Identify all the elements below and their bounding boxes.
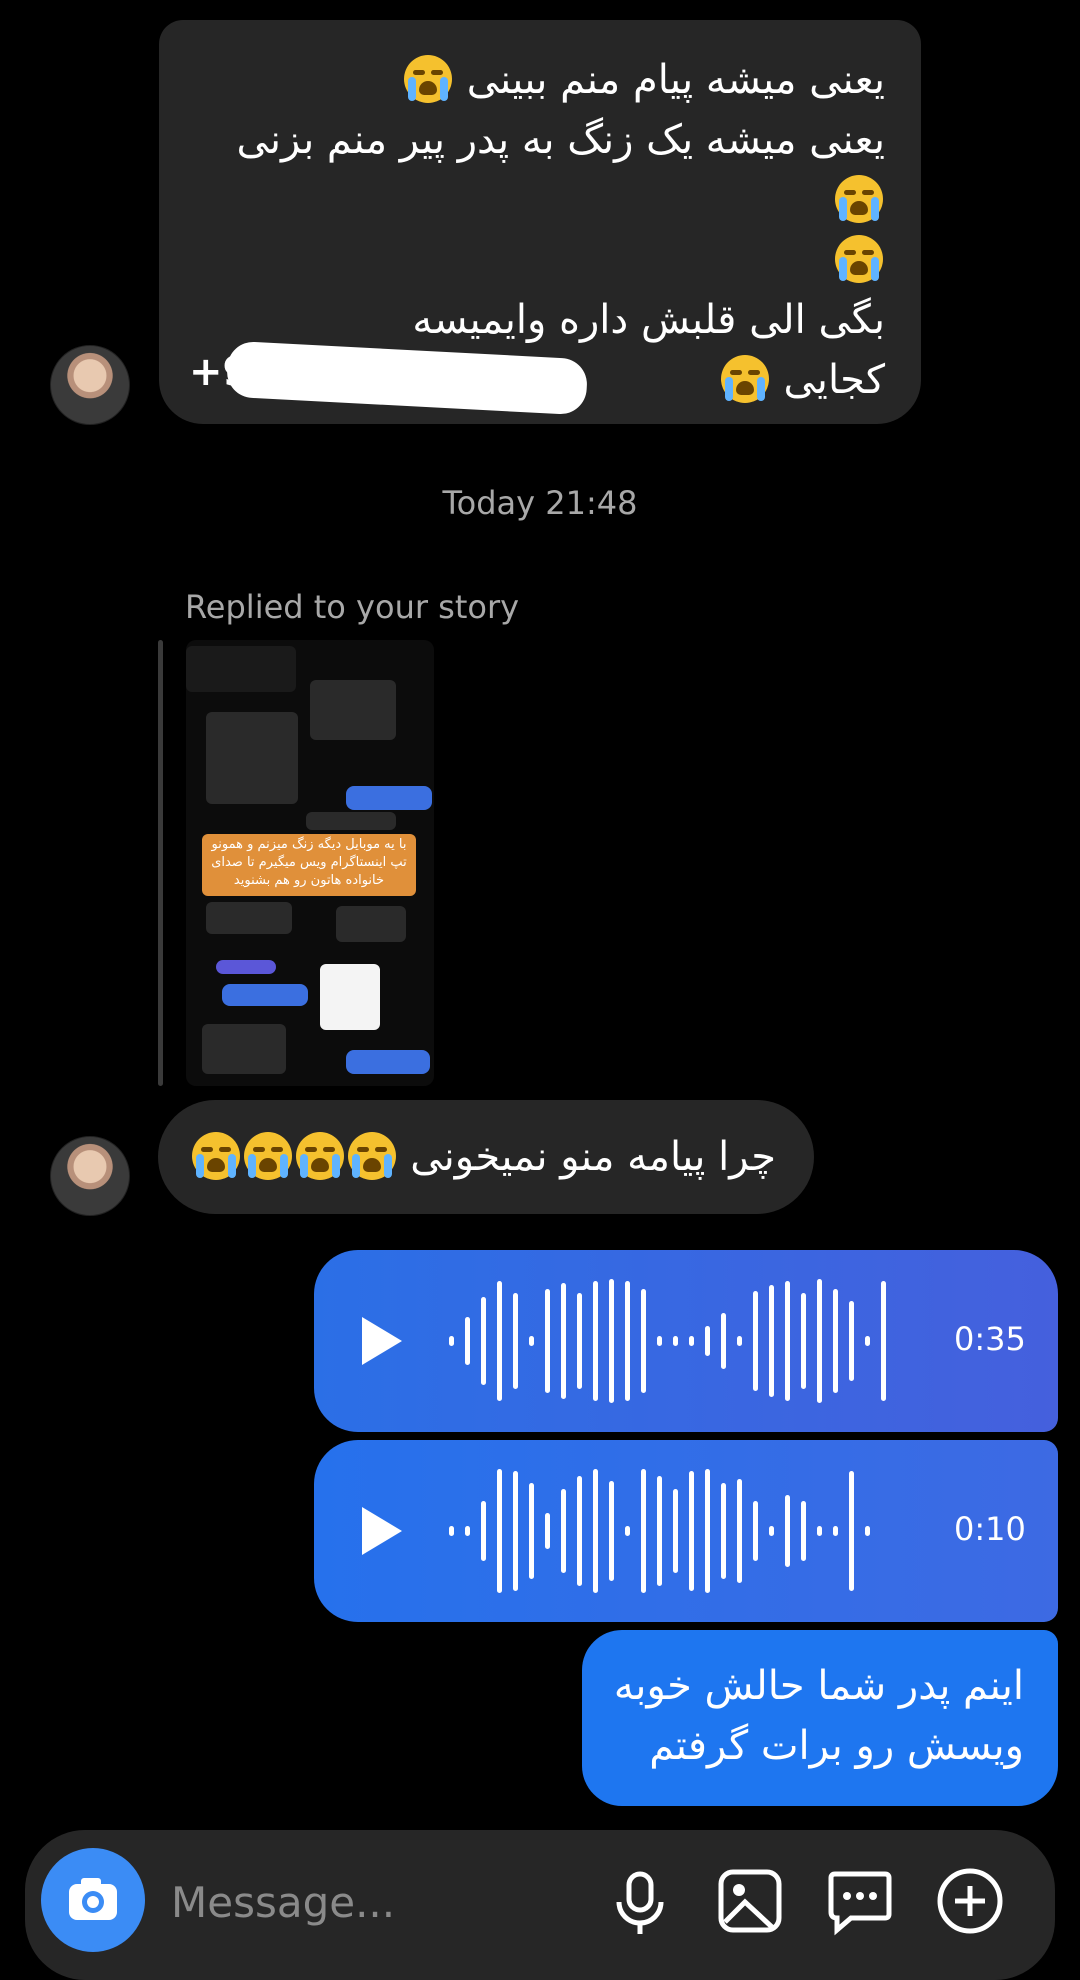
camera-button[interactable] — [41, 1848, 145, 1952]
gallery-button[interactable] — [715, 1866, 785, 1936]
play-icon[interactable] — [362, 1317, 402, 1365]
sender-avatar[interactable] — [50, 345, 130, 425]
incoming-message-bubble[interactable]: چرا پیامه منو نمیخونی — [158, 1100, 814, 1214]
waveform[interactable] — [449, 1276, 886, 1406]
incoming-message-bubble[interactable]: یعنی میشه پیام منم ببینی یعنی میشه یک زن… — [159, 20, 921, 424]
voice-message[interactable]: 0:10 — [314, 1440, 1058, 1622]
loudly-crying-emoji — [347, 1132, 396, 1180]
replied-to-story-label: Replied to your story — [185, 588, 520, 626]
voice-message[interactable]: 0:35 — [314, 1250, 1058, 1432]
microphone-icon — [616, 1871, 664, 1934]
camera-icon — [69, 1878, 117, 1920]
microphone-button[interactable] — [605, 1866, 675, 1936]
message-composer: Message... — [25, 1830, 1055, 1980]
message-line: یعنی میشه پیام منم ببینی — [185, 50, 885, 110]
loudly-crying-emoji — [404, 55, 452, 103]
message-line — [185, 230, 885, 290]
reply-quote-bar — [158, 640, 163, 1086]
timestamp: Today 21:48 — [442, 484, 638, 522]
loudly-crying-emoji — [295, 1132, 344, 1180]
message-text: چرا پیامه منو نمیخونی — [410, 1134, 776, 1180]
chat-bubble-icon — [828, 1871, 892, 1936]
voice-duration: 0:35 — [954, 1320, 1026, 1358]
message-line: ویسش رو برات گرفتم — [649, 1723, 1024, 1769]
image-icon — [718, 1869, 782, 1933]
voice-duration: 0:10 — [954, 1510, 1026, 1548]
loudly-crying-emoji — [191, 1132, 240, 1180]
outgoing-message-bubble[interactable]: اینم پدر شما حالش خوبه ویسش رو برات گرفت… — [582, 1630, 1058, 1806]
loudly-crying-emoji — [243, 1132, 292, 1180]
story-thumbnail[interactable]: با یه موبایل دیگه زنگ میزنم و همونو تپ ا… — [186, 640, 434, 1086]
loudly-crying-emoji — [835, 235, 883, 283]
play-icon[interactable] — [362, 1507, 402, 1555]
waveform[interactable] — [449, 1466, 870, 1596]
message-line: بگی الی قلبش داره وایمیسه — [412, 297, 885, 343]
sender-avatar[interactable] — [50, 1136, 130, 1216]
message-line: یعنی میشه یک زنگ به پدر پیر منم بزنی — [185, 110, 885, 230]
story-overlay-text: با یه موبایل دیگه زنگ میزنم و همونو تپ ا… — [202, 834, 416, 896]
sticker-button[interactable] — [825, 1866, 895, 1936]
loudly-crying-emoji — [835, 175, 883, 223]
loudly-crying-emoji — [720, 355, 769, 403]
add-button[interactable] — [935, 1866, 1005, 1936]
plus-circle-icon — [937, 1868, 1003, 1934]
message-line: اینم پدر شما حالش خوبه — [613, 1663, 1024, 1709]
